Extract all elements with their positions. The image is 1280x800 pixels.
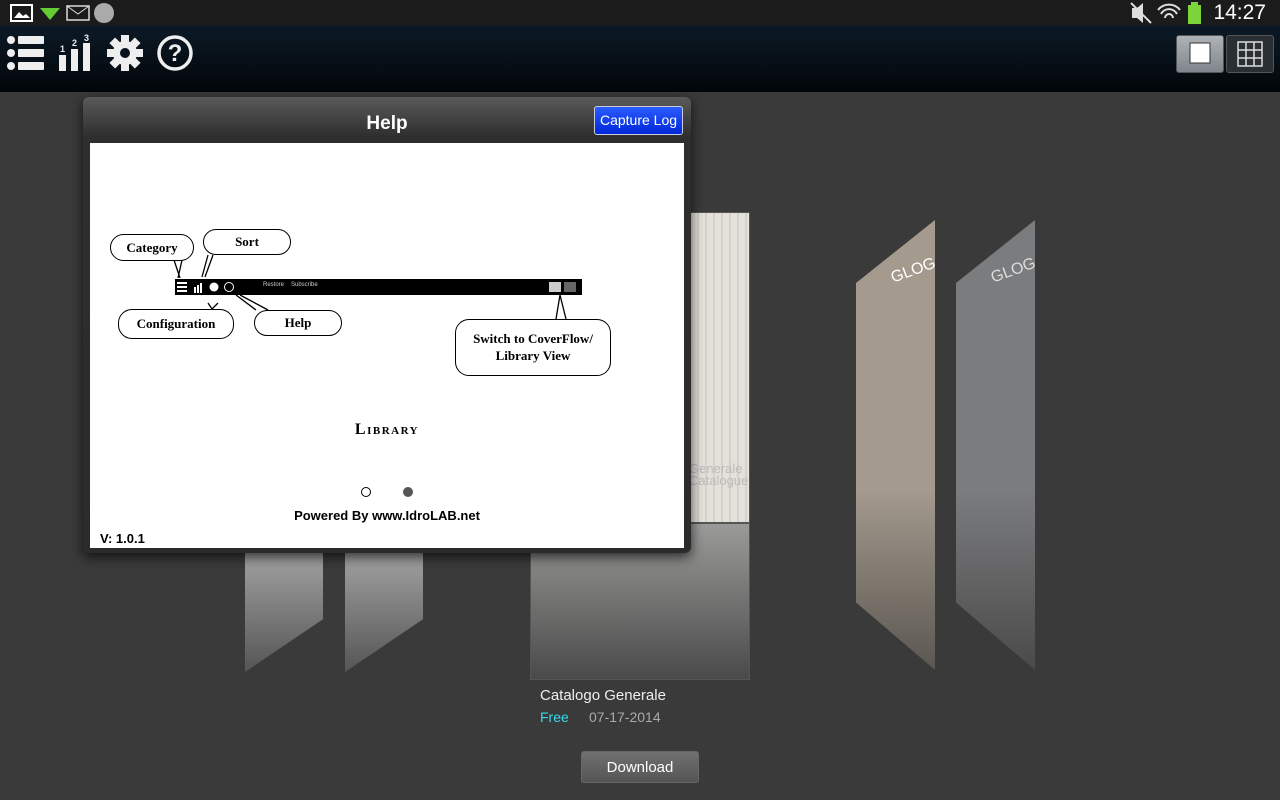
capture-log-button[interactable]: Capture Log	[594, 106, 683, 135]
toolbar: 123 ?	[0, 25, 1280, 92]
notification-icons	[10, 3, 114, 23]
category-list-icon[interactable]	[6, 33, 46, 73]
coverflow-view-button[interactable]	[1176, 35, 1224, 73]
cover-logo: GLOGO	[888, 250, 950, 287]
svg-text:?: ?	[168, 40, 183, 67]
subscribe-link: Subscribe	[291, 282, 318, 288]
catalog-date: 07-17-2014	[589, 709, 661, 725]
cover-text: Generale Catalogue	[689, 461, 749, 488]
status-bar: 14:27	[0, 0, 1280, 25]
library-grid-icon	[1237, 41, 1263, 67]
library-grid-button[interactable]	[1226, 35, 1274, 73]
cover-left-1[interactable]	[245, 540, 323, 672]
help-dialog: Help Capture Log Category Sort Restore S…	[83, 97, 691, 553]
callout-category: Category	[110, 234, 194, 261]
callout-sort: Sort	[203, 229, 291, 255]
page-title: Library	[354, 421, 420, 438]
powered-by: Powered By www.IdroLAB.net	[294, 508, 480, 523]
version-label: V: 1.0.1	[100, 531, 145, 546]
help-content: Category Sort Restore Subscribe Configur…	[90, 143, 684, 548]
callout-switch-view: Switch to CoverFlow/ Library View	[455, 319, 611, 376]
help-icon[interactable]: ?	[155, 33, 195, 73]
download-button[interactable]: Download	[581, 751, 699, 783]
sort-icon[interactable]: 12 3	[57, 33, 97, 73]
cover-logo: GLOGO	[988, 250, 1050, 287]
callout-configuration: Configuration	[118, 309, 234, 339]
page-dot-2-active[interactable]	[403, 487, 413, 497]
cover-right-1[interactable]: GLOGO	[856, 220, 935, 670]
svg-text:2: 2	[72, 38, 77, 48]
restore-link: Restore	[263, 282, 285, 288]
cover-right-2[interactable]: GLOGO	[956, 220, 1035, 670]
callout-help: Help	[254, 310, 342, 336]
page-dot-1[interactable]	[361, 487, 371, 497]
catalog-title: Catalogo Generale	[540, 687, 666, 704]
price-label: Free	[540, 709, 569, 725]
system-icons	[1130, 2, 1201, 24]
svg-text:3: 3	[84, 33, 89, 43]
svg-text:1: 1	[60, 44, 65, 54]
clock: 14:27	[1213, 1, 1266, 24]
toolbar-illustration: Restore Subscribe	[175, 279, 582, 295]
cover-left-2[interactable]	[345, 540, 423, 672]
gear-icon[interactable]	[105, 33, 145, 73]
coverflow-view-icon	[1189, 42, 1211, 64]
